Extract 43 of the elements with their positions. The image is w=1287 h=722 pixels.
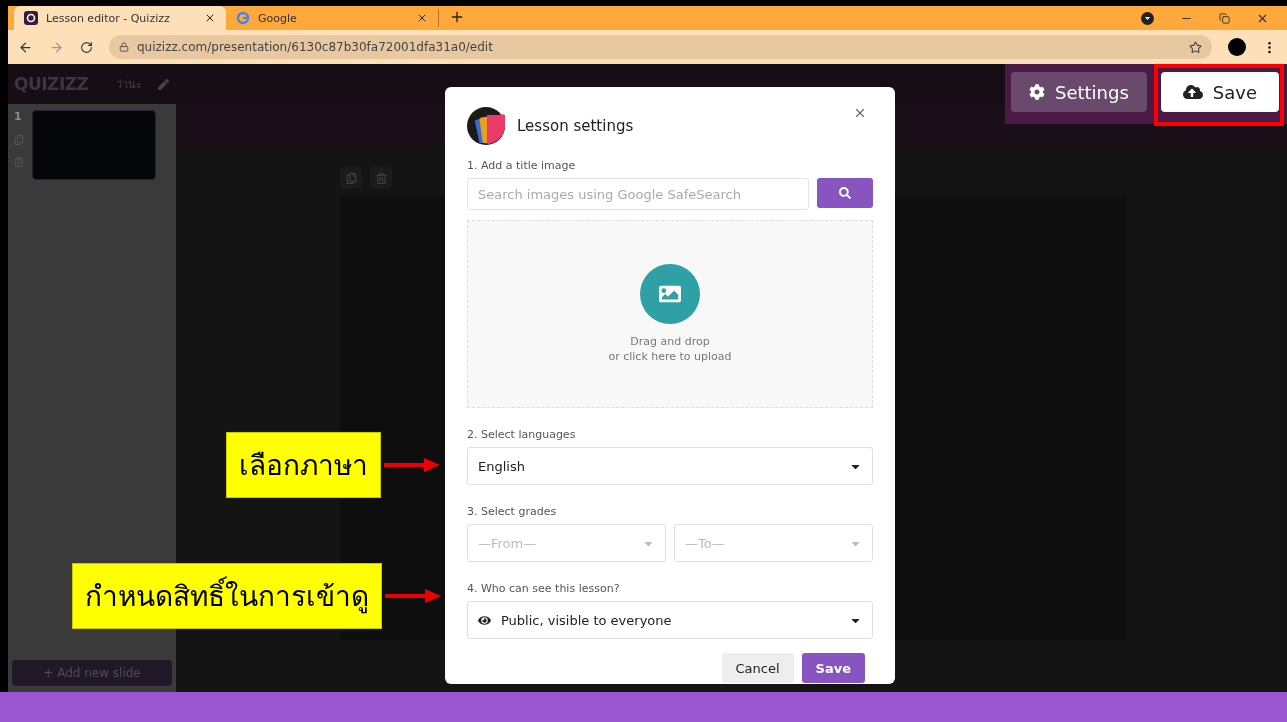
lesson-logo-icon xyxy=(467,107,505,145)
maximize-icon[interactable] xyxy=(1219,12,1230,24)
eye-icon xyxy=(478,613,491,627)
upload-hint: Drag and drop or click here to upload xyxy=(608,334,732,364)
field-label: 1. Add a title image xyxy=(467,159,577,172)
image-search-field[interactable]: Search images using Google SafeSearch xyxy=(467,178,809,210)
close-icon[interactable] xyxy=(416,12,428,24)
browser-tab[interactable]: Lesson editor - Quizizz xyxy=(14,6,226,30)
settings-button[interactable]: Settings xyxy=(1011,72,1147,112)
save-button[interactable]: Save xyxy=(801,653,865,683)
slide-thumbnail[interactable] xyxy=(32,110,156,180)
field-label: 4. Who can see this lesson? xyxy=(467,582,621,595)
profile-avatar[interactable] xyxy=(1228,38,1246,56)
dialog-title: Lesson settings xyxy=(517,117,635,135)
field-label: 3. Select grades xyxy=(467,505,558,518)
arrow-icon xyxy=(385,589,441,603)
close-icon[interactable] xyxy=(853,106,867,120)
annotation-label: เลือกภาษา xyxy=(226,432,381,498)
annotation-label: กำหนดสิทธิ์ในการเข้าดู xyxy=(72,563,382,629)
arrow-icon xyxy=(384,458,440,472)
star-icon[interactable] xyxy=(1189,40,1202,54)
close-icon[interactable] xyxy=(204,12,216,24)
language-select[interactable]: English xyxy=(467,447,873,485)
save-button[interactable]: Save xyxy=(1160,72,1279,112)
slide-number: 1 xyxy=(14,110,23,123)
new-tab-icon[interactable] xyxy=(449,9,465,25)
search-button[interactable] xyxy=(817,178,873,208)
reload-icon[interactable] xyxy=(80,40,93,54)
profile-menu-icon[interactable] xyxy=(1141,11,1154,25)
upload-dropzone[interactable]: Drag and drop or click here to upload xyxy=(467,220,873,408)
cancel-button[interactable]: Cancel xyxy=(721,653,794,683)
settings-icon xyxy=(1029,84,1045,100)
google-logo-icon xyxy=(236,11,250,25)
address-bar[interactable]: quizizz.com/presentation/6130c87b30fa72001dfa31a0/edit xyxy=(109,35,1212,59)
visibility-select[interactable]: Public, visible to everyone xyxy=(467,601,873,639)
back-icon[interactable] xyxy=(18,39,33,55)
browser-tab[interactable]: Google xyxy=(226,6,438,30)
image-icon xyxy=(640,264,700,324)
search-icon xyxy=(839,187,851,199)
lock-icon xyxy=(119,42,129,52)
field-label: 2. Select languages xyxy=(467,428,577,441)
quizizz-logo-icon xyxy=(24,11,38,25)
cloud-upload-icon xyxy=(1182,82,1203,102)
